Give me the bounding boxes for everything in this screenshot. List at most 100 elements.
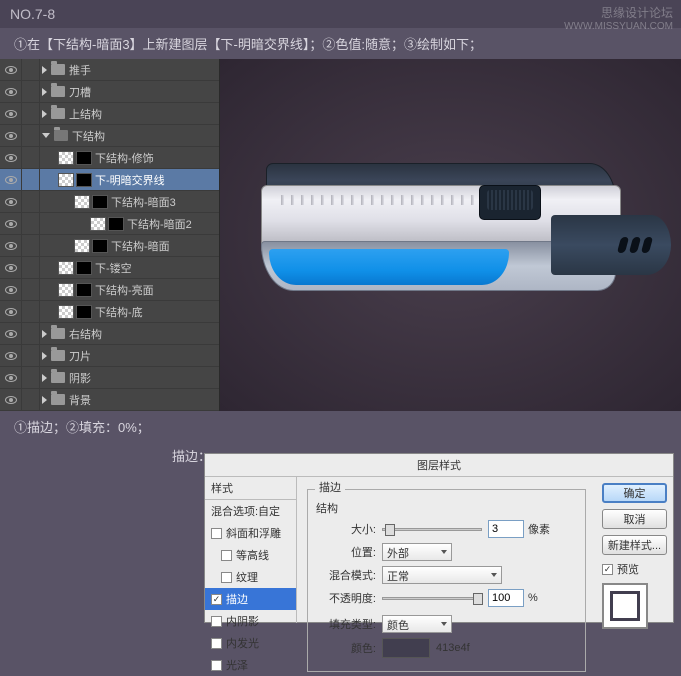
layer-row[interactable]: 下-镂空: [0, 257, 219, 279]
style-checkbox[interactable]: [211, 638, 222, 649]
expand-arrow-icon[interactable]: [42, 374, 47, 382]
visibility-toggle[interactable]: [0, 301, 22, 323]
layer-row[interactable]: 刀片: [0, 345, 219, 367]
canvas[interactable]: [220, 59, 681, 411]
mask-thumbnail[interactable]: [76, 151, 92, 165]
opacity-input[interactable]: [488, 589, 524, 607]
expand-arrow-icon[interactable]: [42, 352, 47, 360]
visibility-toggle[interactable]: [0, 323, 22, 345]
mask-thumbnail[interactable]: [92, 239, 108, 253]
visibility-toggle[interactable]: [0, 59, 22, 81]
style-item[interactable]: 内阴影: [205, 610, 296, 632]
layer-row[interactable]: 上结构: [0, 103, 219, 125]
visibility-toggle[interactable]: [0, 81, 22, 103]
visibility-toggle[interactable]: [0, 147, 22, 169]
styles-header[interactable]: 样式: [205, 477, 296, 500]
layer-thumbnail[interactable]: [74, 195, 90, 209]
layer-row[interactable]: 推手: [0, 59, 219, 81]
layer-name[interactable]: 右结构: [69, 326, 102, 342]
layer-row[interactable]: 下-明暗交界线: [0, 169, 219, 191]
mask-thumbnail[interactable]: [92, 195, 108, 209]
layer-name[interactable]: 下-明暗交界线: [95, 172, 165, 188]
layer-row[interactable]: 下结构-暗面: [0, 235, 219, 257]
preview-checkbox[interactable]: [602, 564, 613, 575]
layer-row[interactable]: 下结构-亮面: [0, 279, 219, 301]
layer-name[interactable]: 下结构-底: [95, 304, 143, 320]
layer-row[interactable]: 下结构: [0, 125, 219, 147]
size-input[interactable]: [488, 520, 524, 538]
layer-name[interactable]: 下结构-暗面: [111, 238, 170, 254]
layer-name[interactable]: 推手: [69, 62, 91, 78]
blend-mode-dropdown[interactable]: 正常: [382, 566, 502, 584]
mask-thumbnail[interactable]: [76, 261, 92, 275]
layer-row[interactable]: 下结构-暗面2: [0, 213, 219, 235]
layer-row[interactable]: 阴影: [0, 367, 219, 389]
opacity-slider[interactable]: [382, 597, 482, 600]
layer-row[interactable]: 背景: [0, 389, 219, 411]
layer-thumbnail[interactable]: [58, 151, 74, 165]
mask-thumbnail[interactable]: [76, 305, 92, 319]
visibility-toggle[interactable]: [0, 367, 22, 389]
expand-arrow-icon[interactable]: [42, 88, 47, 96]
layer-name[interactable]: 上结构: [69, 106, 102, 122]
style-checkbox[interactable]: [211, 616, 222, 627]
visibility-toggle[interactable]: [0, 345, 22, 367]
size-slider[interactable]: [382, 528, 482, 531]
layer-row[interactable]: 刀槽: [0, 81, 219, 103]
visibility-toggle[interactable]: [0, 213, 22, 235]
layer-name[interactable]: 刀槽: [69, 84, 91, 100]
visibility-toggle[interactable]: [0, 191, 22, 213]
expand-arrow-icon[interactable]: [42, 396, 47, 404]
mask-thumbnail[interactable]: [108, 217, 124, 231]
visibility-toggle[interactable]: [0, 389, 22, 411]
color-swatch[interactable]: [382, 638, 430, 658]
visibility-toggle[interactable]: [0, 125, 22, 147]
style-item[interactable]: 斜面和浮雕: [205, 522, 296, 544]
layer-row[interactable]: 下结构-底: [0, 301, 219, 323]
new-style-button[interactable]: 新建样式...: [602, 535, 667, 555]
layer-name[interactable]: 下结构-亮面: [95, 282, 154, 298]
position-dropdown[interactable]: 外部: [382, 543, 452, 561]
layer-name[interactable]: 下-镂空: [95, 260, 132, 276]
style-item[interactable]: 内发光: [205, 632, 296, 654]
layer-thumbnail[interactable]: [74, 239, 90, 253]
style-checkbox[interactable]: [211, 660, 222, 671]
mask-thumbnail[interactable]: [76, 173, 92, 187]
style-item[interactable]: 描边: [205, 588, 296, 610]
fill-type-dropdown[interactable]: 颜色: [382, 615, 452, 633]
visibility-toggle[interactable]: [0, 103, 22, 125]
style-checkbox[interactable]: [211, 528, 222, 539]
layer-name[interactable]: 下结构-暗面2: [127, 216, 192, 232]
expand-arrow-icon[interactable]: [42, 330, 47, 338]
blend-options[interactable]: 混合选项:自定: [205, 500, 296, 522]
layer-name[interactable]: 下结构-修饰: [95, 150, 154, 166]
expand-arrow-icon[interactable]: [42, 110, 47, 118]
style-item[interactable]: 等高线: [205, 544, 296, 566]
visibility-toggle[interactable]: [0, 257, 22, 279]
layer-thumbnail[interactable]: [58, 283, 74, 297]
style-item[interactable]: 纹理: [205, 566, 296, 588]
layer-name[interactable]: 刀片: [69, 348, 91, 364]
layer-name[interactable]: 阴影: [69, 370, 91, 386]
cancel-button[interactable]: 取消: [602, 509, 667, 529]
layer-thumbnail[interactable]: [58, 305, 74, 319]
layer-thumbnail[interactable]: [58, 173, 74, 187]
visibility-toggle[interactable]: [0, 169, 22, 191]
style-item[interactable]: 光泽: [205, 654, 296, 676]
expand-arrow-icon[interactable]: [42, 66, 47, 74]
layer-row[interactable]: 右结构: [0, 323, 219, 345]
visibility-toggle[interactable]: [0, 279, 22, 301]
layer-thumbnail[interactable]: [58, 261, 74, 275]
layer-thumbnail[interactable]: [90, 217, 106, 231]
mask-thumbnail[interactable]: [76, 283, 92, 297]
style-checkbox[interactable]: [221, 572, 232, 583]
expand-arrow-icon[interactable]: [42, 133, 50, 138]
layer-name[interactable]: 下结构: [72, 128, 105, 144]
style-checkbox[interactable]: [221, 550, 232, 561]
layer-name[interactable]: 背景: [69, 392, 91, 408]
layer-row[interactable]: 下结构-暗面3: [0, 191, 219, 213]
style-checkbox[interactable]: [211, 594, 222, 605]
layer-name[interactable]: 下结构-暗面3: [111, 194, 176, 210]
visibility-toggle[interactable]: [0, 235, 22, 257]
layer-row[interactable]: 下结构-修饰: [0, 147, 219, 169]
